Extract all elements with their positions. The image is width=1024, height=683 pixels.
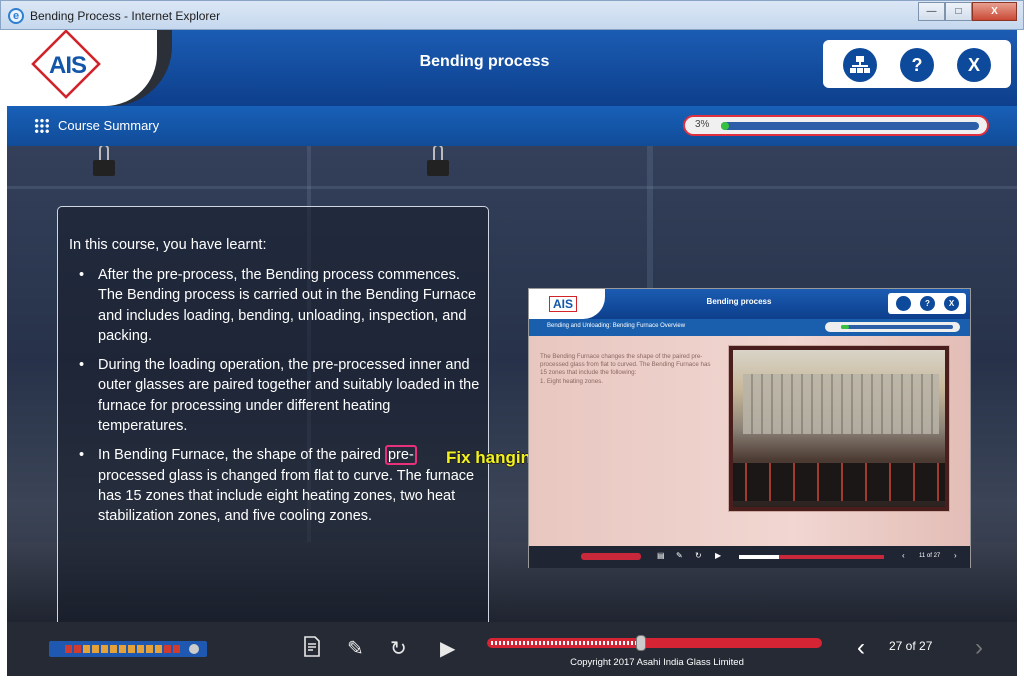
page-counter: 27 of 27 — [889, 639, 933, 653]
next-page-button[interactable]: › — [975, 634, 983, 662]
maximize-button[interactable]: □ — [945, 2, 972, 21]
progress-percent: 3% — [695, 119, 710, 130]
inset-notes-icon: ▤ — [657, 551, 665, 560]
inset-replay-icon: ↻ — [695, 551, 702, 560]
binder-clip-icon — [427, 146, 449, 180]
summary-list: After the pre-process, the Bending proce… — [69, 265, 481, 536]
inset-pencil-icon: ✎ — [676, 551, 683, 560]
course-player: AIS Bending process ? X Course Summary 3… — [7, 30, 1017, 676]
inset-progress — [825, 322, 960, 332]
inset-title: Bending process — [706, 297, 772, 306]
inset-prev-icon: ‹ — [902, 551, 905, 560]
player-controls: ✎ ↻ ▶ Copyright 2017 Asahi India Glass L… — [7, 622, 1017, 676]
list-item: After the pre-process, the Bending proce… — [69, 265, 481, 346]
progress-track — [721, 122, 979, 130]
window-controls: — □ X — [918, 2, 1017, 21]
notes-pencil-icon[interactable]: ✎ — [347, 636, 364, 661]
binder-clip-icon — [93, 146, 115, 180]
progress-fill — [721, 122, 729, 130]
inset-pager: 11 of 27 — [919, 553, 941, 559]
previous-page-button[interactable]: ‹ — [857, 634, 865, 662]
replay-icon[interactable]: ↻ — [390, 636, 407, 661]
status-indicator — [49, 641, 207, 657]
internet-explorer-icon: e — [8, 8, 24, 24]
close-window-button[interactable]: X — [972, 2, 1017, 21]
exit-button[interactable]: X — [957, 48, 991, 82]
inset-exit-icon: X — [944, 296, 959, 311]
inset-sitemap-icon — [896, 296, 911, 311]
list-item: In Bending Furnace, the shape of the pai… — [69, 445, 481, 526]
hyphen-highlight: pre- — [384, 445, 417, 466]
summary-intro: In this course, you have learnt: — [69, 237, 267, 253]
play-icon[interactable]: ▶ — [440, 636, 455, 661]
transcript-icon[interactable] — [303, 636, 321, 664]
summary-card: In this course, you have learnt: After t… — [57, 206, 489, 622]
window-titlebar: e Bending Process - Internet Explorer — … — [0, 0, 1024, 30]
logo-area: AIS — [7, 30, 157, 106]
inset-play-icon: ▶ — [715, 551, 722, 560]
sitemap-icon — [850, 56, 870, 73]
window-title: Bending Process - Internet Explorer — [30, 9, 221, 23]
app-header: AIS Bending process ? X — [7, 30, 1017, 106]
header-button-group: ? X — [823, 40, 1011, 88]
section-title[interactable]: Course Summary — [58, 118, 159, 133]
inset-help-icon: ? — [920, 296, 935, 311]
menu-grid-icon[interactable] — [34, 118, 50, 134]
inset-logo: AIS — [549, 296, 578, 312]
inset-next-icon: › — [954, 551, 957, 560]
help-button[interactable]: ? — [900, 48, 934, 82]
furnace-photo — [729, 346, 949, 511]
inset-subtitle: Bending and Unloading: Bending Furnace O… — [547, 323, 686, 329]
reference-screenshot: AIS Bending process ? X Bending and Unlo… — [528, 288, 971, 568]
sitemap-button[interactable] — [843, 48, 877, 82]
inset-list-item: 1. Eight heating zones. — [540, 377, 603, 385]
seek-thumb[interactable] — [636, 635, 647, 651]
list-item: During the loading operation, the pre-pr… — [69, 355, 481, 436]
course-progress: 3% — [683, 115, 989, 136]
page-title: Bending process — [419, 53, 550, 70]
copyright-text: Copyright 2017 Asahi India Glass Limited — [570, 657, 744, 668]
course-summary-bar: Course Summary 3% — [7, 106, 1017, 146]
logo: AIS — [49, 52, 87, 79]
content-stage: In this course, you have learnt: After t… — [7, 146, 1017, 622]
inset-text: The Bending Furnace changes the shape of… — [540, 353, 711, 377]
minimize-button[interactable]: — — [918, 2, 945, 21]
seek-bar[interactable] — [487, 635, 822, 651]
